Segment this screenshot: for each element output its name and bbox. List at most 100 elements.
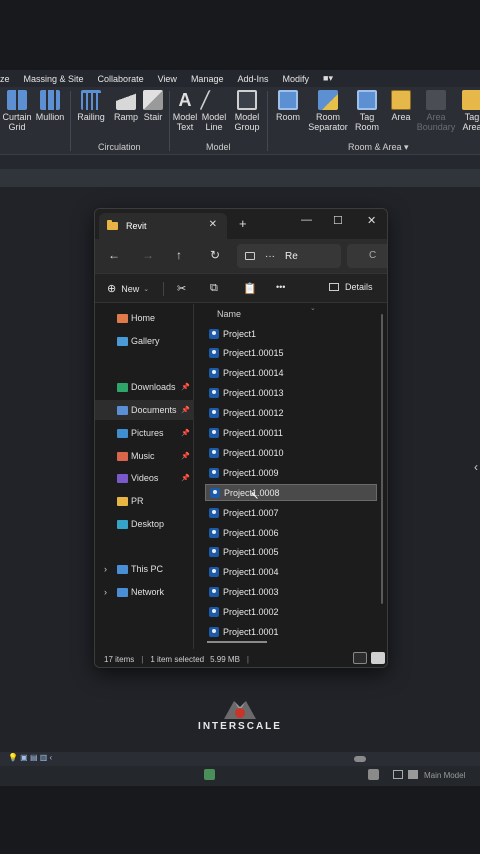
file-row[interactable]: Project1.0002 bbox=[205, 604, 377, 621]
file-row[interactable]: Project1.0005 bbox=[205, 544, 377, 561]
sidebar-item-network[interactable]: › Network bbox=[95, 582, 194, 602]
file-row[interactable]: Project1.0007 bbox=[205, 504, 377, 521]
chevron-left-icon[interactable]: ‹ bbox=[474, 460, 478, 474]
file-row[interactable]: Project1.00011 bbox=[205, 425, 377, 442]
new-button[interactable]: ⊕ New ⌄ bbox=[107, 282, 149, 295]
curtain-grid-button[interactable]: Curtain Grid bbox=[2, 90, 32, 132]
selection-filter-icon[interactable] bbox=[408, 770, 418, 779]
forward-button[interactable]: → bbox=[142, 248, 154, 262]
area-boundary-button[interactable]: Area Boundary bbox=[416, 90, 456, 132]
sidebar-item-downloads[interactable]: Downloads 📌 bbox=[95, 377, 194, 397]
details-button[interactable]: Details bbox=[329, 282, 373, 292]
revit-file-icon bbox=[209, 328, 219, 339]
sidebar-item-pictures[interactable]: Pictures 📌 bbox=[95, 423, 194, 443]
sidebar-item-music[interactable]: Music 📌 bbox=[95, 446, 194, 466]
close-button[interactable]: ✕ bbox=[367, 214, 376, 227]
more-options-button[interactable]: ••• bbox=[276, 282, 285, 292]
details-view-icon[interactable] bbox=[353, 652, 367, 664]
ribbon-tab-view[interactable]: View bbox=[158, 74, 177, 84]
new-tab-button[interactable]: + bbox=[239, 216, 247, 231]
file-row[interactable]: Project1.00013 bbox=[205, 385, 377, 402]
ribbon-tab-collaborate[interactable]: Collaborate bbox=[98, 74, 144, 84]
pin-icon: 📌 bbox=[181, 475, 190, 482]
camera-icon[interactable]: ■▾ bbox=[323, 73, 333, 84]
ribbon-tab-add-ins[interactable]: Add-Ins bbox=[237, 74, 268, 84]
top-letterbox bbox=[0, 0, 480, 70]
up-button[interactable]: ↑ bbox=[176, 248, 182, 262]
address-bar[interactable]: ··· Re bbox=[237, 244, 341, 268]
area-boundary-icon bbox=[426, 90, 446, 110]
cut-icon[interactable]: ✂ bbox=[177, 282, 186, 295]
tab-revit[interactable]: Revit ✕ bbox=[99, 213, 227, 239]
view-controls-icon[interactable]: 💡 ▣ ▤ ▥ ‹ bbox=[8, 753, 52, 762]
group-room-area[interactable]: Room & Area ▾ bbox=[348, 142, 409, 153]
room-separator-button[interactable]: Room Separator bbox=[306, 90, 350, 132]
area-label: Area bbox=[391, 112, 411, 122]
search-input[interactable]: C bbox=[347, 244, 387, 268]
railing-icon bbox=[81, 90, 101, 110]
file-row[interactable]: Project1.0008 ↖ bbox=[205, 484, 377, 502]
ribbon-tab-modify[interactable]: Modify bbox=[283, 74, 310, 84]
sidebar-item-gallery[interactable]: Gallery bbox=[95, 331, 194, 351]
refresh-button[interactable]: ↻ bbox=[210, 248, 220, 262]
title-bar: Revit ✕ + — ☐ ✕ bbox=[95, 209, 387, 239]
scroll-thumb[interactable] bbox=[354, 756, 366, 762]
file-row[interactable]: Project1.0006 bbox=[205, 524, 377, 541]
command-bar: ⊕ New ⌄ ✂ ⧉ 📋 ••• Details bbox=[95, 273, 387, 303]
room-icon bbox=[278, 90, 298, 110]
ramp-button[interactable]: Ramp bbox=[112, 90, 140, 122]
file-row[interactable]: Project1.00014 bbox=[205, 365, 377, 382]
revit-file-icon bbox=[209, 368, 219, 379]
model-group-button[interactable]: Model Group bbox=[232, 90, 262, 132]
revit-status-bar bbox=[0, 766, 480, 786]
chevron-right-icon[interactable]: › bbox=[104, 587, 107, 597]
this-pc-icon bbox=[117, 564, 128, 574]
tag-room-button[interactable]: Tag Room bbox=[353, 90, 381, 132]
model-line-button[interactable]: Model Line bbox=[199, 90, 229, 132]
column-header-name[interactable]: Name bbox=[217, 309, 241, 319]
sidebar-item-pr[interactable]: PR bbox=[95, 491, 194, 511]
horizontal-scrollbar[interactable] bbox=[207, 641, 267, 643]
file-row[interactable]: Project1.0009 bbox=[205, 464, 377, 481]
file-row[interactable]: Project1.00012 bbox=[205, 405, 377, 422]
back-button[interactable]: ← bbox=[108, 248, 120, 262]
file-row[interactable]: Project1.00015 bbox=[205, 345, 377, 362]
editable-only-icon[interactable] bbox=[393, 770, 403, 779]
tiles-view-icon[interactable] bbox=[371, 652, 385, 664]
file-row[interactable]: Project1 bbox=[205, 325, 377, 342]
active-model-label[interactable]: Main Model bbox=[424, 771, 465, 780]
stair-button[interactable]: Stair bbox=[140, 90, 166, 122]
chevron-right-icon[interactable]: › bbox=[104, 564, 107, 574]
minimize-button[interactable]: — bbox=[301, 214, 312, 226]
breadcrumb-overflow[interactable]: ··· bbox=[265, 251, 275, 262]
maximize-button[interactable]: ☐ bbox=[333, 214, 343, 227]
tag-area-button[interactable]: Tag Area bbox=[459, 90, 480, 132]
vertical-scrollbar[interactable] bbox=[381, 314, 383, 604]
model-line-icon bbox=[199, 90, 229, 110]
file-row[interactable]: Project1.0003 bbox=[205, 584, 377, 601]
design-options-icon[interactable] bbox=[368, 769, 379, 780]
sidebar-item-videos[interactable]: Videos 📌 bbox=[95, 468, 194, 488]
sidebar-item-this-pc[interactable]: › This PC bbox=[95, 559, 194, 579]
sidebar-item-documents[interactable]: Documents 📌 bbox=[95, 400, 194, 420]
file-row[interactable]: Project1.0004 bbox=[205, 564, 377, 581]
copy-icon[interactable]: ⧉ bbox=[210, 282, 218, 295]
file-name: Project1.00012 bbox=[223, 408, 284, 419]
area-button[interactable]: Area bbox=[388, 90, 414, 122]
railing-button[interactable]: Railing bbox=[76, 90, 106, 122]
mullion-button[interactable]: Mullion bbox=[35, 90, 65, 122]
ribbon-tab-massing-site[interactable]: Massing & Site bbox=[24, 74, 84, 84]
ribbon-tab-manage[interactable]: Manage bbox=[191, 74, 224, 84]
file-row[interactable]: Project1.0001 bbox=[205, 624, 377, 641]
room-button[interactable]: Room bbox=[274, 90, 302, 122]
file-row[interactable]: Project1.00010 bbox=[205, 444, 377, 461]
revit-file-icon bbox=[210, 487, 220, 498]
sidebar-item-desktop[interactable]: Desktop bbox=[95, 514, 194, 534]
sidebar-item-label: Home bbox=[131, 313, 156, 323]
model-text-button[interactable]: A Model Text bbox=[171, 90, 199, 132]
ribbon-tab-ze[interactable]: ze bbox=[0, 74, 10, 84]
tab-close-button[interactable]: ✕ bbox=[209, 219, 217, 230]
paste-icon[interactable]: 📋 bbox=[243, 282, 257, 295]
worksets-icon[interactable] bbox=[204, 769, 215, 780]
sidebar-item-home[interactable]: Home bbox=[95, 308, 194, 328]
